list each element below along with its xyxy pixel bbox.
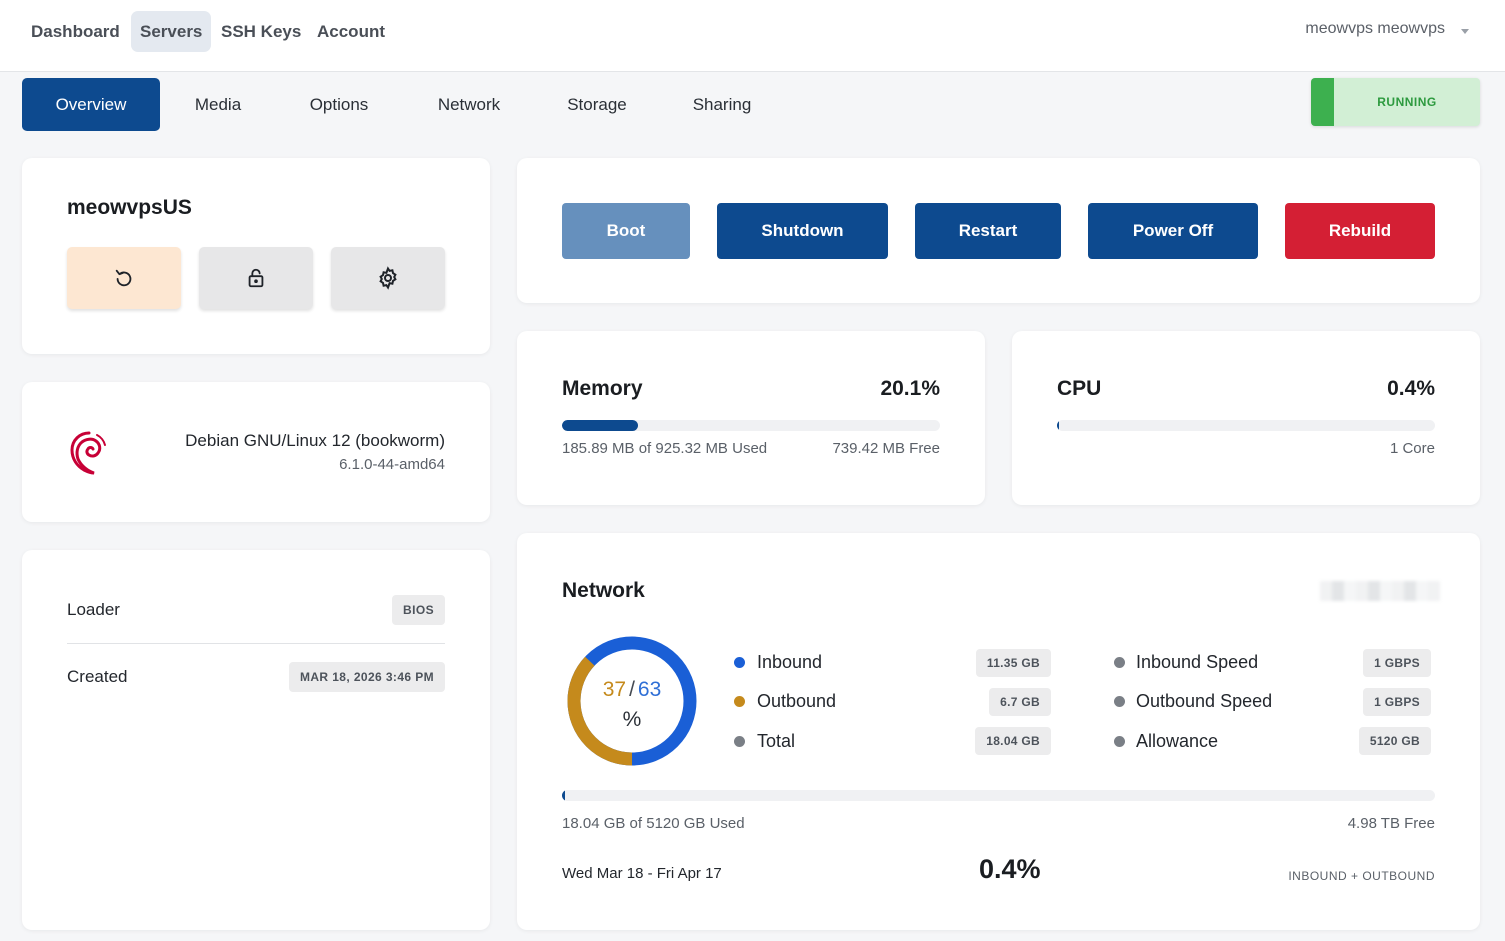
reinstall-button[interactable] <box>67 247 181 309</box>
donut-separator: / <box>629 678 635 701</box>
inbound-speed-value: 1 GBPS <box>1363 649 1431 677</box>
memory-progress-bar <box>562 420 940 431</box>
tab-media[interactable]: Media <box>178 78 258 131</box>
tab-overview[interactable]: Overview <box>22 78 160 131</box>
donut-center-label: 37/63 % <box>565 634 699 768</box>
tab-network[interactable]: Network <box>424 78 514 131</box>
lock-button[interactable] <box>199 247 313 309</box>
lock-icon <box>248 268 264 288</box>
power-off-button[interactable]: Power Off <box>1088 203 1258 259</box>
cpu-title: CPU <box>1057 377 1102 400</box>
donut-inbound-share: 37 <box>602 678 627 701</box>
caret-down-icon[interactable] <box>1461 29 1469 34</box>
network-progress-fill <box>562 790 566 801</box>
redacted-ip <box>1320 581 1440 601</box>
inbound-label: Inbound <box>757 652 823 672</box>
donut-outbound-share: 63 <box>637 678 662 701</box>
inbound-speed-label: Inbound Speed <box>1136 652 1259 672</box>
network-title: Network <box>562 579 645 602</box>
donut-unit: % <box>622 708 642 731</box>
inbound-dot-icon <box>734 657 745 668</box>
settings-button[interactable] <box>331 247 445 309</box>
loader-label: Loader <box>67 600 120 619</box>
traffic-direction-label: INBOUND + OUTBOUND <box>1288 869 1435 883</box>
total-label: Total <box>757 731 796 751</box>
loader-value: BIOS <box>392 595 445 625</box>
power-actions-card: Boot Shutdown Restart Power Off Rebuild <box>517 158 1480 303</box>
network-used: 18.04 GB of 5120 GB Used <box>562 815 745 832</box>
outbound-speed-dot-icon <box>1114 696 1125 707</box>
rebuild-button[interactable]: Rebuild <box>1285 203 1435 259</box>
outbound-speed-value: 1 GBPS <box>1363 688 1431 716</box>
tab-options[interactable]: Options <box>296 78 382 131</box>
created-value: MAR 18, 2026 3:46 PM <box>288 662 445 692</box>
info-card: Loader BIOS Created MAR 18, 2026 3:46 PM <box>22 550 490 930</box>
status-badge: RUNNING <box>1311 78 1480 126</box>
debian-logo-icon <box>70 431 106 475</box>
outbound-label: Outbound <box>757 691 837 711</box>
outbound-value: 6.7 GB <box>989 688 1051 716</box>
network-progress-bar <box>562 790 1435 801</box>
os-name: Debian GNU/Linux 12 (bookworm) <box>185 431 445 450</box>
boot-button[interactable]: Boot <box>562 203 690 259</box>
nav-servers[interactable]: Servers <box>131 11 212 52</box>
refresh-icon <box>115 269 132 287</box>
top-navbar: Dashboard Servers SSH Keys Account meowv… <box>0 0 1505 72</box>
memory-percent: 20.1% <box>880 377 940 400</box>
memory-card: Memory 20.1% 185.89 MB of 925.32 MB Used… <box>517 331 985 505</box>
cpu-percent: 0.4% <box>1387 377 1435 400</box>
outbound-dot-icon <box>734 696 745 707</box>
network-percent: 0.4% <box>979 854 1041 884</box>
cpu-cores: 1 Core <box>1389 440 1435 457</box>
gear-icon <box>379 266 397 290</box>
total-value: 18.04 GB <box>975 727 1051 755</box>
network-card: Network 37/63 % Inbound 11.35 GB Outboun… <box>517 533 1480 930</box>
server-card: meowvpsUS <box>22 158 490 354</box>
total-dot-icon <box>734 736 745 747</box>
inbound-value: 11.35 GB <box>975 649 1051 677</box>
status-label: RUNNING <box>1377 95 1437 109</box>
tab-sharing[interactable]: Sharing <box>682 78 762 131</box>
memory-title: Memory <box>562 377 643 400</box>
os-kernel: 6.1.0-44-amd64 <box>339 456 445 473</box>
memory-used: 185.89 MB of 925.32 MB Used <box>562 440 768 457</box>
cpu-progress-fill <box>1057 420 1059 431</box>
server-name: meowvpsUS <box>67 196 192 219</box>
shutdown-button[interactable]: Shutdown <box>717 203 888 259</box>
os-card: Debian GNU/Linux 12 (bookworm) 6.1.0-44-… <box>22 382 490 522</box>
nav-account[interactable]: Account <box>308 11 394 52</box>
divider <box>67 643 445 644</box>
network-free: 4.98 TB Free <box>1347 815 1435 832</box>
allowance-label: Allowance <box>1136 731 1219 751</box>
nav-dashboard[interactable]: Dashboard <box>22 11 129 52</box>
billing-period: Wed Mar 18 - Fri Apr 17 <box>562 865 722 882</box>
cpu-progress-bar <box>1057 420 1435 431</box>
tab-storage[interactable]: Storage <box>556 78 638 131</box>
status-indicator <box>1311 78 1334 126</box>
created-label: Created <box>67 667 128 686</box>
outbound-speed-label: Outbound Speed <box>1136 691 1273 711</box>
restart-button[interactable]: Restart <box>915 203 1061 259</box>
user-menu[interactable]: meowvps meowvps <box>1305 20 1445 38</box>
nav-ssh-keys[interactable]: SSH Keys <box>212 11 310 52</box>
cpu-card: CPU 0.4% 1 Core <box>1012 331 1480 505</box>
allowance-dot-icon <box>1114 736 1125 747</box>
allowance-value: 5120 GB <box>1358 727 1431 755</box>
inbound-speed-dot-icon <box>1114 657 1125 668</box>
memory-progress-fill <box>562 420 638 431</box>
memory-free: 739.42 MB Free <box>832 440 940 457</box>
